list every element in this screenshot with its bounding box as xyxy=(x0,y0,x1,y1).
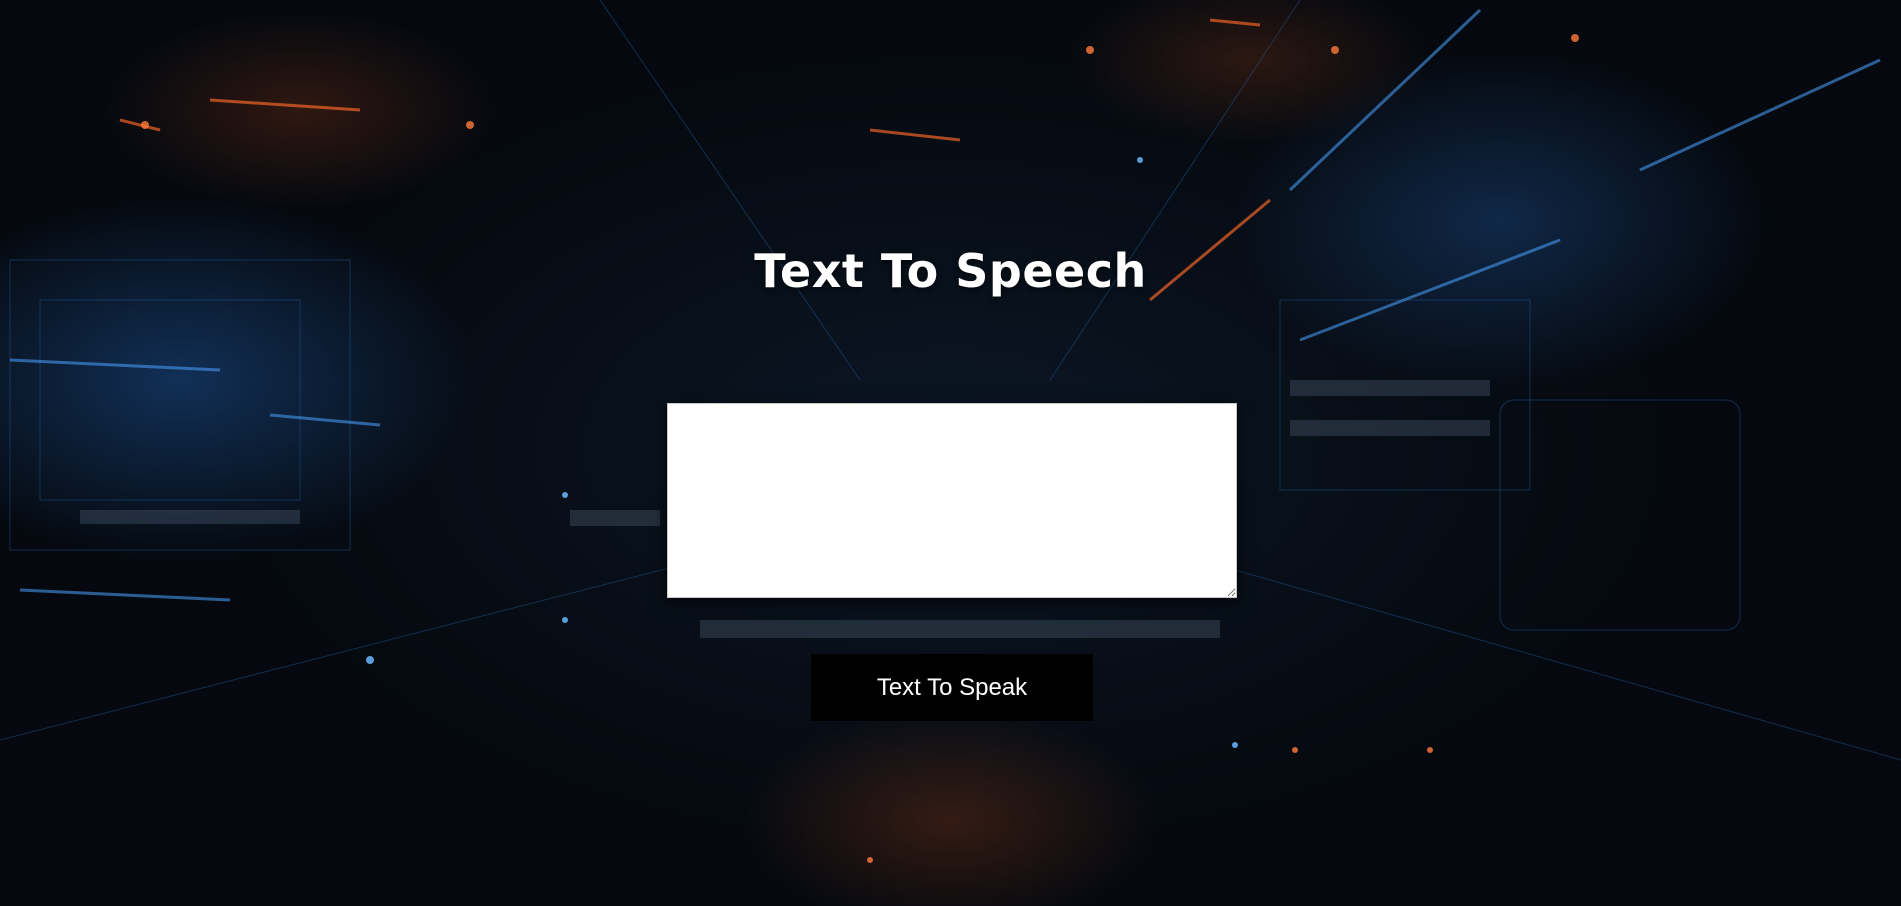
text-to-speak-button[interactable]: Text To Speak xyxy=(811,654,1093,721)
page-title: Text To Speech xyxy=(754,244,1147,298)
speech-text-input[interactable] xyxy=(667,403,1237,598)
